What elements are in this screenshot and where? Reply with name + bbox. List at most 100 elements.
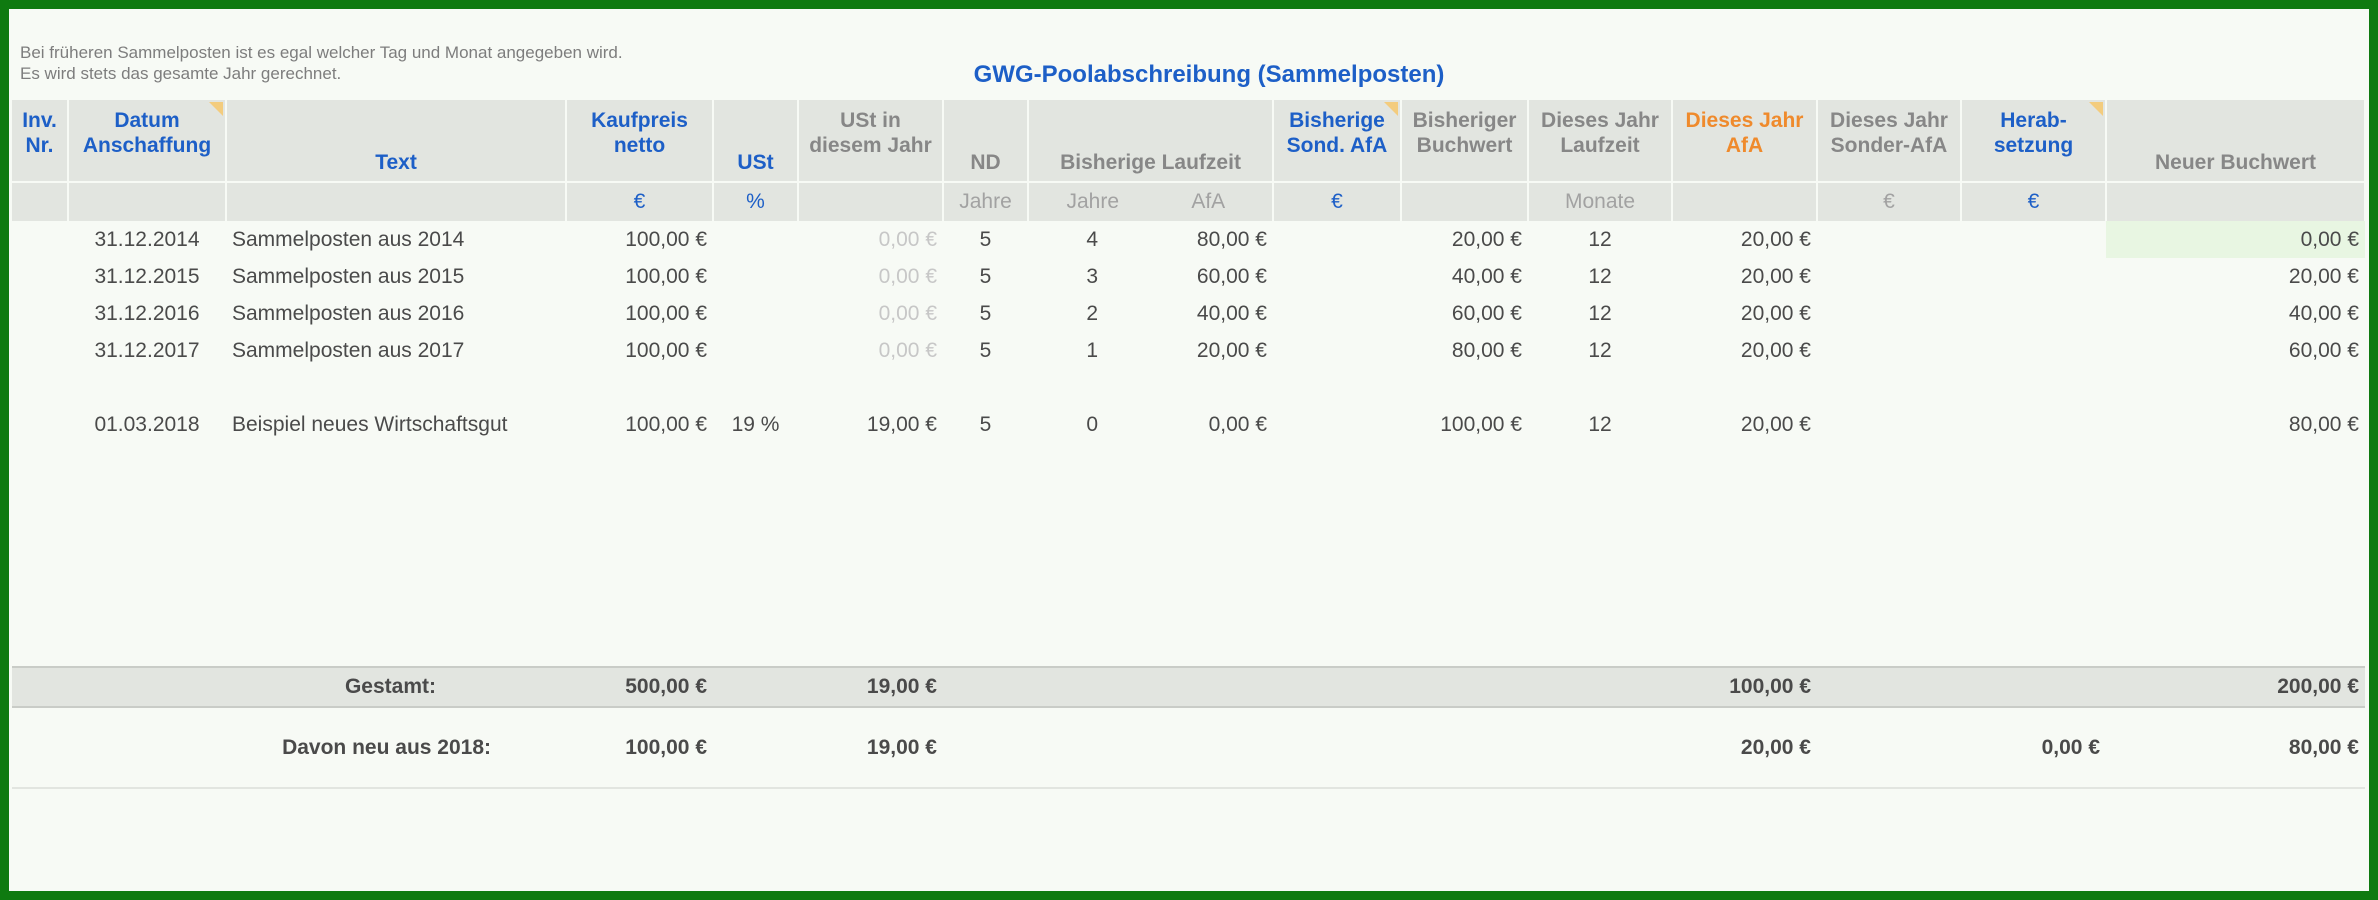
col-header-buchwert: Bisheriger Buchwert [1401,100,1529,182]
cell-ust[interactable] [713,295,798,332]
unit-kaufpreis: € [566,181,714,221]
gwg-table: Inv. Nr. Datum Anschaffung Text Kaufpreis n… [12,100,2366,789]
cell-jahre: 3 [1086,264,1099,288]
subtotal-kaufpreis: 100,00 € [566,707,713,789]
unit-sonder-afa: € [1817,181,1962,221]
unit-laufzeit-jahre: Jahre [1066,190,1120,213]
unit-ust: % [713,181,799,221]
table-row[interactable]: 31.12.2017 Sammelposten aus 2017 100,00 … [12,332,2365,369]
cell-jahr-afa: 20,00 € [1740,301,1811,325]
cell-jahr-laufzeit: 12 [1588,264,1612,288]
cell-neu-buchwert[interactable]: 60,00 € [2106,332,2365,369]
subtotal-label: Davon neu aus 2018: [12,707,566,789]
unit-laufzeit-afa: AfA [1191,190,1226,213]
unit-row: € % Jahre Jahre AfA € Monate € € [12,181,2366,221]
unit-jahr-laufzeit: Monate [1528,181,1673,221]
cell-nd[interactable]: 5 [943,332,1028,369]
cell-laufzeit: 2 40,00 € [1028,295,1273,332]
col-header-jahr-laufzeit: Dieses Jahr Laufzeit [1528,100,1673,182]
cell-nd[interactable]: 5 [943,258,1028,295]
table-row[interactable]: 31.12.2016 Sammelposten aus 2016 100,00 … [12,295,2365,332]
cell-afa: 40,00 € [1196,301,1267,325]
cell-datum[interactable]: 01.03.2018 [68,406,226,443]
cell-jahr-laufzeit: 12 [1588,338,1612,362]
col-header-datum: Datum Anschaffung [68,100,227,182]
unit-cell [798,181,944,221]
cell-jahr-laufzeit: 12 [1588,412,1612,436]
cell-text[interactable]: Sammelposten aus 2014 [226,221,566,258]
comment-marker-icon[interactable] [209,102,223,116]
cell-neu-buchwert[interactable]: 20,00 € [2106,258,2365,295]
empty-rows-area[interactable] [12,443,2365,667]
table-row[interactable]: 31.12.2015 Sammelposten aus 2015 100,00 … [12,258,2365,295]
comment-marker-icon[interactable] [2089,102,2103,116]
table-row[interactable]: 31.12.2014 Sammelposten aus 2014 100,00 … [12,221,2365,258]
cell-laufzeit: 4 80,00 € [1028,221,1273,258]
col-header-text: Text [226,100,567,182]
cell-ust[interactable]: 19 % [713,406,798,443]
cell-laufzeit: 3 60,00 € [1028,258,1273,295]
cell-nd[interactable]: 5 [943,406,1028,443]
cell-buchwert: 20,00 € [1451,227,1522,251]
cell-kaufpreis[interactable]: 100,00 € [566,295,713,332]
cell-jahr-laufzeit: 12 [1588,301,1612,325]
col-header-kaufpreis: Kaufpreis netto [566,100,714,182]
col-header-jahr-afa: Dieses Jahr AfA [1672,100,1818,182]
col-header-neu-buchwert: Neuer Buchwert [2106,100,2366,182]
cell-ust-jahr: 0,00 € [878,264,937,288]
cell-nd[interactable]: 5 [943,295,1028,332]
cell-text[interactable]: Sammelposten aus 2016 [226,295,566,332]
cell-afa: 60,00 € [1196,264,1267,288]
cell-kaufpreis[interactable]: 100,00 € [566,332,713,369]
cell-neu-buchwert[interactable]: 80,00 € [2106,406,2365,443]
unit-cell [226,181,567,221]
total-neu-buchwert: 200,00 € [2106,666,2365,708]
cell-afa: 0,00 € [1208,412,1267,436]
cell-ust[interactable] [713,221,798,258]
cell-kaufpreis[interactable]: 100,00 € [566,406,713,443]
cell-nd[interactable]: 5 [943,221,1028,258]
header-row: Inv. Nr. Datum Anschaffung Text Kaufpreis n… [12,100,2366,182]
unit-cell [68,181,227,221]
cell-afa: 20,00 € [1196,338,1267,362]
cell-jahr-afa: 20,00 € [1740,338,1811,362]
col-header-nd: ND [943,100,1029,182]
cell-jahre: 0 [1086,412,1099,436]
cell-ust-jahr: 0,00 € [878,338,937,362]
cell-text[interactable]: Beispiel neues Wirtschaftsgut [226,406,566,443]
cell-kaufpreis[interactable]: 100,00 € [566,221,713,258]
cell-kaufpreis[interactable]: 100,00 € [566,258,713,295]
cell-ust-jahr: 19,00 € [866,412,937,436]
cell-datum[interactable]: 31.12.2016 [68,295,226,332]
cell-jahre: 2 [1086,301,1099,325]
unit-cell [2106,181,2366,221]
subtotal-jahr-afa: 20,00 € [1672,707,1817,789]
cell-ust[interactable] [713,332,798,369]
cell-ust-jahr: 0,00 € [878,227,937,251]
total-ust-jahr: 19,00 € [798,666,943,708]
empty-row[interactable] [12,369,2365,406]
col-header-herab: Herab-setzung [1961,100,2107,182]
subtotal-row: Davon neu aus 2018: 100,00 € 19,00 € 20,… [12,707,2365,789]
comment-marker-icon[interactable] [1384,102,1398,116]
cell-datum[interactable]: 31.12.2017 [68,332,226,369]
col-header-inv: Inv. Nr. [12,100,69,182]
cell-datum[interactable]: 31.12.2015 [68,258,226,295]
cell-ust[interactable] [713,258,798,295]
col-header-sond-afa: Bisherige Sond. AfA [1273,100,1402,182]
cell-neu-buchwert[interactable]: 40,00 € [2106,295,2365,332]
unit-laufzeit: Jahre AfA [1028,181,1274,221]
cell-datum[interactable]: 31.12.2014 [68,221,226,258]
cell-neu-buchwert[interactable]: 0,00 € [2106,221,2365,258]
cell-text[interactable]: Sammelposten aus 2017 [226,332,566,369]
table-row[interactable]: 01.03.2018 Beispiel neues Wirtschaftsgut… [12,406,2365,443]
subtotal-herab: 0,00 € [1961,707,2106,789]
cell-jahr-laufzeit: 12 [1588,227,1612,251]
col-header-laufzeit: Bisherige Laufzeit [1028,100,1274,182]
total-jahr-afa: 100,00 € [1672,666,1817,708]
cell-buchwert: 40,00 € [1451,264,1522,288]
cell-buchwert: 80,00 € [1451,338,1522,362]
cell-text[interactable]: Sammelposten aus 2015 [226,258,566,295]
unit-cell [12,181,69,221]
col-header-ust-jahr: USt in diesem Jahr [798,100,944,182]
